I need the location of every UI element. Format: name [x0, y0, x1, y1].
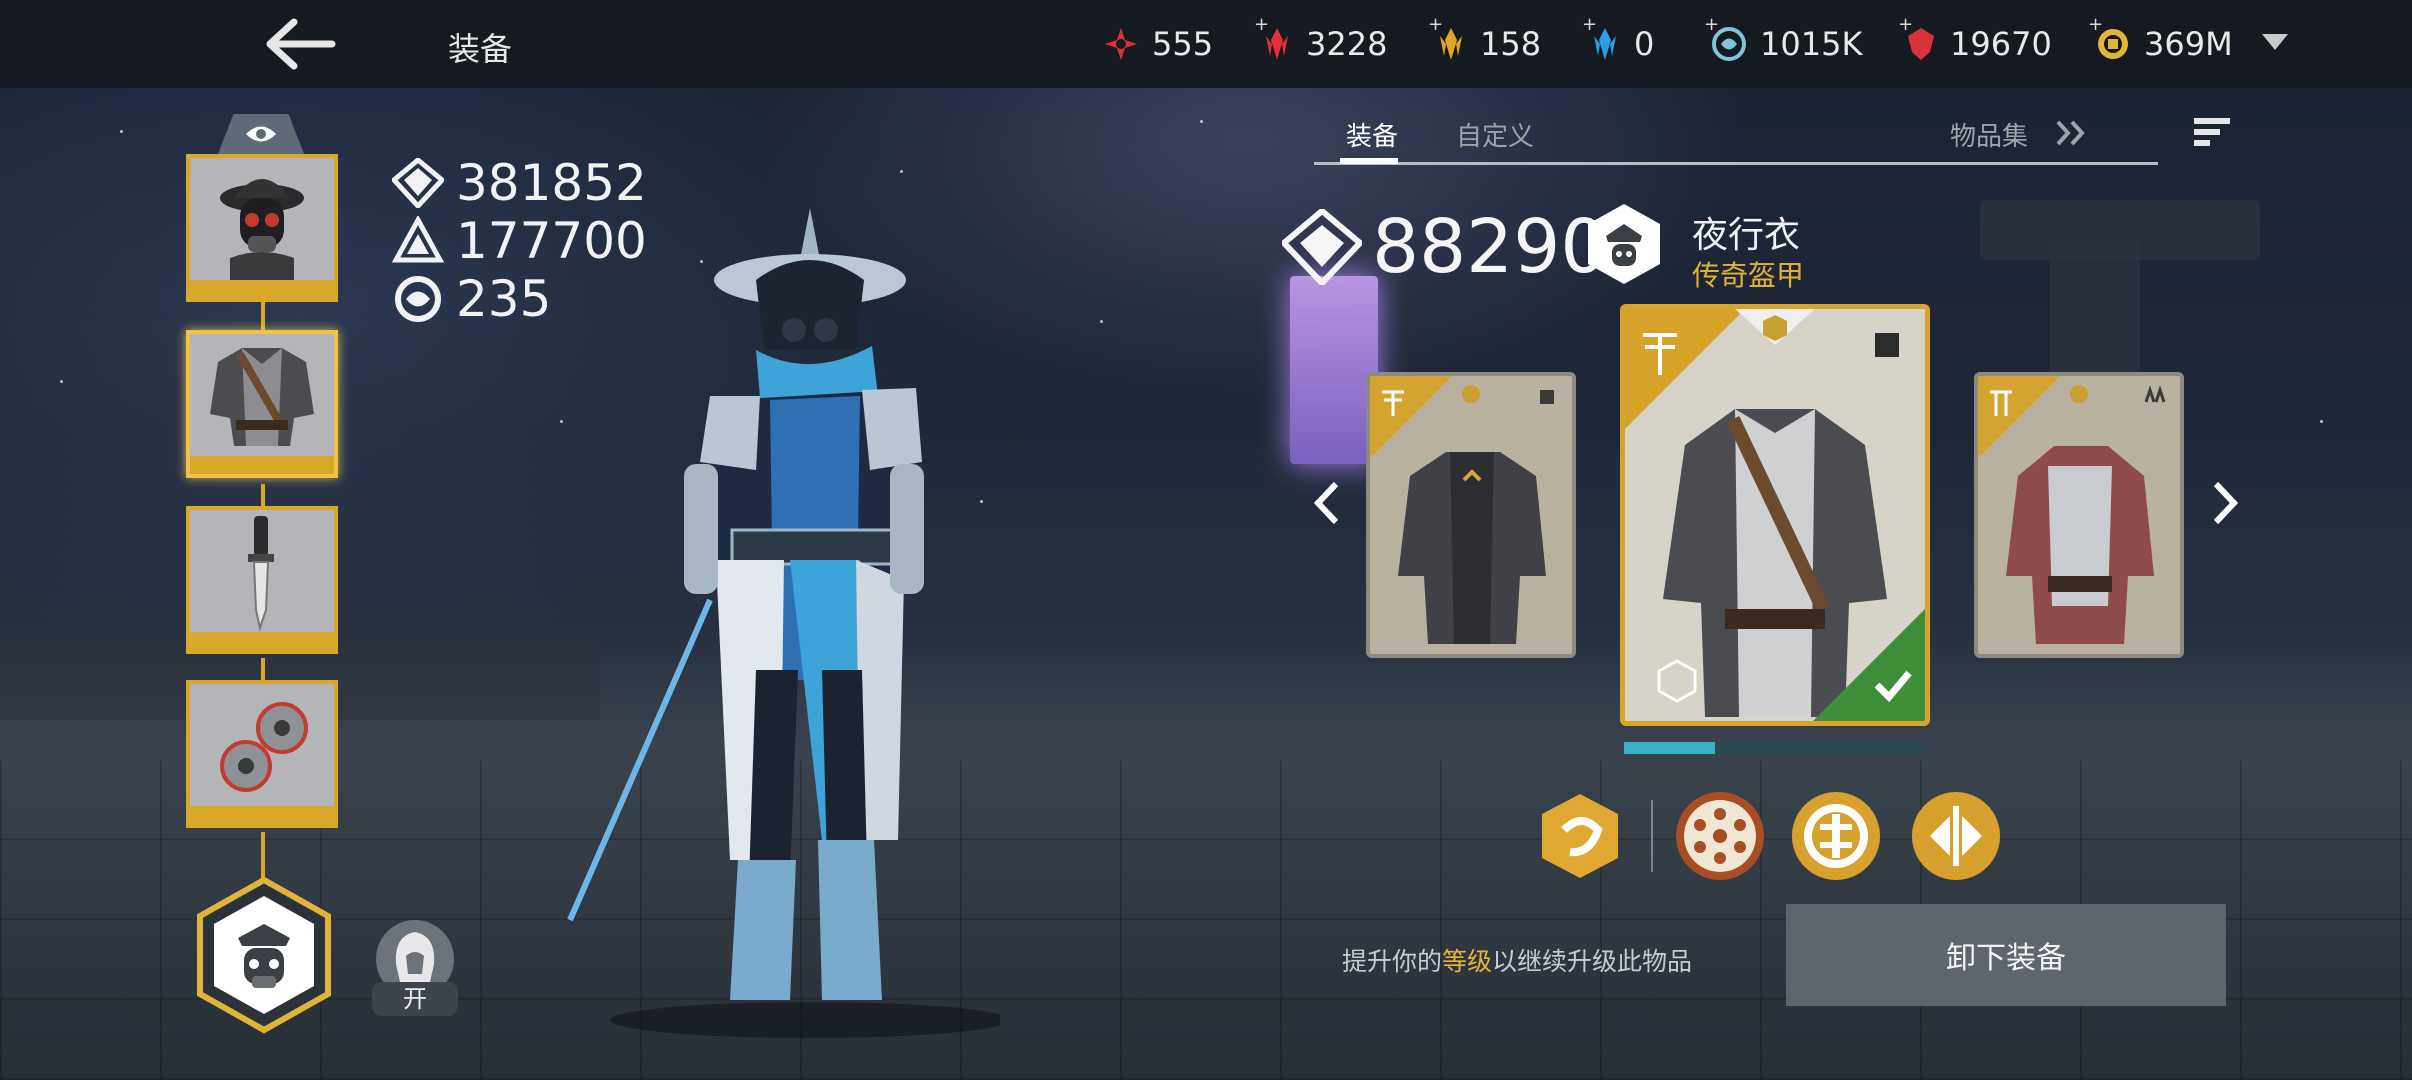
- tab-equip[interactable]: 装备: [1346, 116, 1398, 153]
- character-model: [567, 208, 1000, 1038]
- visibility-tab[interactable]: [218, 114, 304, 154]
- level-swirl-icon: [395, 276, 441, 322]
- equip-slot-weapon[interactable]: [186, 506, 338, 654]
- sort-icon[interactable]: [2192, 116, 2232, 148]
- resource-coin[interactable]: + 369M: [2088, 14, 2233, 66]
- rarity-glow: [1290, 276, 1378, 464]
- resource-orb[interactable]: + 1015K: [1704, 14, 1863, 66]
- resource-blue-crystal[interactable]: + 0: [1582, 14, 1655, 66]
- item-card-selected[interactable]: [1620, 304, 1930, 726]
- red-star-icon: [1105, 28, 1137, 60]
- tab-custom[interactable]: 自定义: [1456, 116, 1534, 153]
- upgrade-hint: 提升你的等级以继续升级此物品: [1342, 942, 1692, 978]
- tab-collection[interactable]: 物品集: [1950, 116, 2028, 153]
- item-card-next[interactable]: [1974, 372, 2184, 658]
- knife-icon: [248, 516, 274, 632]
- equip-slot-ranged[interactable]: [186, 680, 338, 828]
- perk-hexball-icon[interactable]: [1674, 790, 1766, 882]
- upgrade-progress-fill: [1624, 742, 1715, 754]
- slot-connector: [261, 484, 265, 508]
- hint-highlight: 等级: [1442, 947, 1493, 976]
- eye-icon: [246, 126, 276, 142]
- toggle-label: 开: [372, 982, 458, 1016]
- perk-divider: [1651, 800, 1653, 872]
- slot-rarity-bar: [190, 632, 334, 650]
- resource-value: 1015K: [1760, 25, 1863, 63]
- armor-set-hex-button[interactable]: [194, 876, 334, 1034]
- plus-icon: +: [1428, 14, 1444, 35]
- plus-icon: +: [1582, 14, 1598, 35]
- unequip-button[interactable]: 卸下装备: [1786, 904, 2226, 1006]
- resource-value: 369M: [2144, 25, 2233, 63]
- tab-active-indicator: [1340, 158, 1398, 164]
- slot-rarity-bar: [190, 280, 334, 298]
- perk-split-icon[interactable]: [1910, 790, 2002, 882]
- power-diamond-icon: [392, 158, 444, 208]
- plus-icon: +: [2088, 14, 2104, 35]
- slot-connector: [261, 658, 265, 682]
- item-power: 88290: [1282, 204, 1607, 290]
- perk-gear-icon[interactable]: [1790, 790, 1882, 882]
- chevron-right-icon[interactable]: [2210, 480, 2240, 526]
- shuriken-icon: [220, 702, 308, 792]
- item-power-value: 88290: [1372, 204, 1608, 290]
- plus-icon: +: [1898, 14, 1914, 35]
- chevron-left-icon[interactable]: [1312, 480, 1342, 526]
- plus-icon: +: [1704, 14, 1720, 35]
- item-rarity-type: 传奇盔甲: [1692, 259, 1805, 292]
- defense-triangle-icon: [392, 216, 444, 263]
- top-bar: 装备 555 + 3228 + 158 + 0 + 1015K + 19670 …: [0, 0, 2412, 88]
- armor-icon: [210, 348, 314, 446]
- slot-rarity-bar: [190, 806, 334, 824]
- resource-gold-crystal[interactable]: + 158: [1428, 14, 1542, 66]
- plus-icon: +: [1254, 14, 1270, 35]
- item-name: 夜行衣: [1692, 215, 1801, 256]
- item-type-hex-icon: [1588, 204, 1660, 284]
- hint-text-pre: 提升你的: [1342, 947, 1443, 976]
- power-diamond-icon: [1282, 209, 1362, 285]
- back-arrow-icon[interactable]: [260, 14, 340, 74]
- page-title: 装备: [448, 30, 513, 68]
- hint-text-post: 以继续升级此物品: [1492, 947, 1693, 976]
- resource-value: 555: [1152, 25, 1214, 63]
- resource-red-crystal[interactable]: + 3228: [1254, 14, 1388, 66]
- resource-value: 158: [1480, 25, 1542, 63]
- slot-rarity-bar: [190, 456, 334, 474]
- equip-slot-armor[interactable]: [186, 330, 338, 478]
- slot-connector: [261, 832, 265, 880]
- perk-shield-icon[interactable]: [1534, 790, 1626, 882]
- resource-value: 3228: [1306, 25, 1388, 63]
- resources-dropdown-icon[interactable]: [2262, 34, 2288, 50]
- resource-value: 0: [1634, 25, 1655, 63]
- equip-slot-helmet[interactable]: [186, 154, 338, 302]
- helmet-icon: [220, 179, 304, 280]
- stat-level-value: 235: [456, 270, 552, 328]
- double-chevron-right-icon[interactable]: [2054, 118, 2088, 148]
- resource-red-star: 555: [1104, 22, 1213, 66]
- item-card-prev[interactable]: [1366, 372, 1576, 658]
- stat-level: 235: [392, 270, 552, 328]
- tab-underline-track: [1314, 162, 2158, 165]
- helmet-toggle[interactable]: 开: [372, 920, 458, 1016]
- resource-ruby[interactable]: + 19670: [1898, 14, 2052, 66]
- resource-value: 19670: [1950, 25, 2052, 63]
